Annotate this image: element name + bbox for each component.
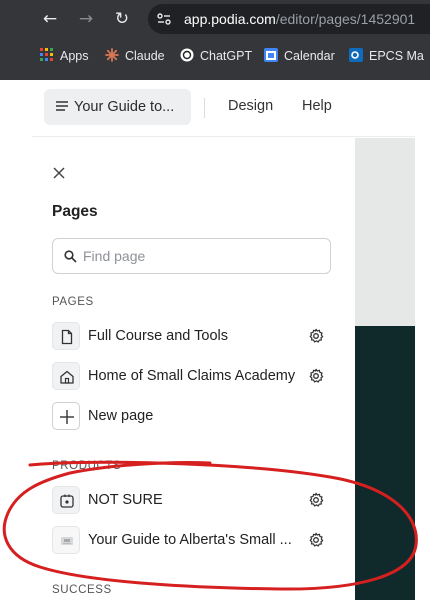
- new-page-label: New page: [88, 408, 154, 424]
- apps-grid-icon: [40, 48, 53, 61]
- search-input[interactable]: [83, 239, 323, 273]
- gear-icon[interactable]: [308, 532, 324, 548]
- bookmark-epcs[interactable]: EPCS Ma: [349, 47, 424, 65]
- bookmark-calendar[interactable]: Calendar: [264, 47, 335, 65]
- site-menu-label: Your Guide to...: [74, 99, 175, 115]
- help-link[interactable]: Help: [302, 98, 332, 114]
- new-page-button[interactable]: New page: [52, 402, 332, 432]
- plus-box: [52, 402, 80, 430]
- window-edge: [415, 80, 430, 600]
- gear-icon[interactable]: [308, 328, 324, 344]
- page-icon-box: [52, 322, 80, 350]
- address-row: ← → ↻ app.podia.com/editor/pages/1452901: [0, 0, 430, 38]
- claude-icon: [105, 48, 119, 62]
- search-icon: [64, 250, 77, 263]
- gear-icon[interactable]: [308, 492, 324, 508]
- forward-icon[interactable]: →: [76, 9, 96, 29]
- product-item-guide[interactable]: Your Guide to Alberta's Small ...: [52, 526, 332, 556]
- reload-icon[interactable]: ↻: [112, 9, 132, 29]
- page-icon-box: [52, 362, 80, 390]
- page-item-full-course[interactable]: Full Course and Tools: [52, 322, 332, 352]
- product-icon-box: [52, 526, 80, 554]
- outlook-icon: [349, 48, 363, 62]
- back-icon[interactable]: ←: [40, 9, 60, 29]
- pages-panel: Pages PAGES Full Course and Tools: [32, 138, 355, 600]
- product-item-label: NOT SURE: [88, 492, 163, 508]
- site-settings-icon[interactable]: [156, 11, 172, 27]
- page-item-label: Full Course and Tools: [88, 328, 228, 344]
- close-icon[interactable]: [52, 166, 66, 180]
- calendar-icon: [264, 48, 278, 62]
- hamburger-icon: [56, 101, 68, 111]
- panel-title: Pages: [52, 203, 98, 220]
- product-icon: [60, 494, 74, 508]
- file-icon: [61, 329, 73, 345]
- gear-icon[interactable]: [308, 368, 324, 384]
- bookmarks-bar: Apps Claude ChatGPT Calendar EPCS Ma: [0, 42, 430, 70]
- search-field[interactable]: [52, 238, 331, 274]
- chatgpt-icon: [180, 48, 194, 62]
- product-item-not-sure[interactable]: NOT SURE: [52, 486, 332, 516]
- product-icon-box: [52, 486, 80, 514]
- bookmark-claude[interactable]: Claude: [105, 47, 165, 65]
- section-products-heading: PRODUCTS: [52, 460, 122, 472]
- address-bar[interactable]: app.podia.com/editor/pages/1452901: [148, 4, 430, 34]
- page-item-label: Home of Small Claims Academy: [88, 368, 296, 384]
- bookmark-chatgpt[interactable]: ChatGPT: [180, 47, 252, 65]
- site-menu-button[interactable]: Your Guide to...: [44, 89, 191, 125]
- home-icon: [60, 370, 74, 384]
- url-text: app.podia.com/editor/pages/1452901: [184, 11, 416, 27]
- plus-icon: [60, 410, 74, 424]
- editor-topbar: Your Guide to... Design Help: [32, 80, 415, 137]
- section-success-heading: SUCCESS: [52, 584, 112, 596]
- product-item-label: Your Guide to Alberta's Small ...: [88, 532, 292, 548]
- section-pages-heading: PAGES: [52, 296, 94, 308]
- page-item-home[interactable]: Home of Small Claims Academy: [52, 362, 332, 392]
- divider: [204, 98, 205, 118]
- preview-canvas-top[interactable]: [355, 138, 415, 326]
- browser-chrome: ← → ↻ app.podia.com/editor/pages/1452901…: [0, 0, 430, 80]
- thumbnail-icon: [61, 537, 73, 545]
- design-link[interactable]: Design: [228, 98, 273, 114]
- preview-canvas-dark[interactable]: [355, 326, 415, 600]
- bookmark-apps[interactable]: Apps: [40, 47, 89, 65]
